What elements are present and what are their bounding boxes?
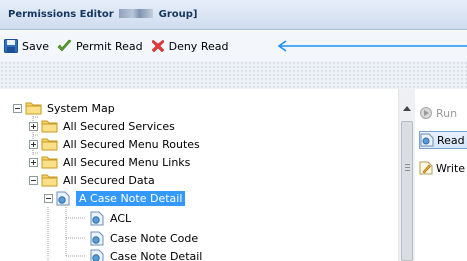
window-title: Permissions Editor Group] bbox=[0, 0, 467, 30]
permission-write[interactable]: Write bbox=[419, 159, 465, 177]
redacted-block bbox=[119, 9, 154, 18]
read-icon bbox=[420, 133, 434, 147]
tree-node-label: All Secured Data bbox=[63, 173, 155, 187]
permission-read[interactable]: Read bbox=[419, 131, 467, 149]
expand-icon[interactable] bbox=[29, 121, 38, 131]
cross-icon bbox=[151, 39, 164, 53]
folder-icon bbox=[25, 102, 42, 115]
folder-icon bbox=[41, 120, 58, 133]
tree-node-case-note-detail[interactable]: Case Note Detail bbox=[90, 248, 202, 261]
permit-label: Permit bbox=[76, 39, 112, 53]
tree-node-secured-menu-routes[interactable]: All Secured Menu Routes bbox=[29, 136, 200, 152]
permission-read-label: Read bbox=[437, 133, 465, 147]
data-object-icon bbox=[90, 249, 104, 261]
save-button[interactable]: Save bbox=[4, 39, 49, 53]
scroll-up-icon[interactable] bbox=[403, 106, 411, 111]
run-icon bbox=[420, 107, 432, 119]
tree-node-label: System Map bbox=[47, 101, 115, 115]
folder-icon bbox=[41, 138, 58, 151]
data-object-icon bbox=[90, 211, 104, 225]
tree-node-secured-menu-links[interactable]: All Secured Menu Links bbox=[29, 154, 190, 170]
deny-label: Deny bbox=[168, 39, 198, 53]
deny-read-button[interactable]: Deny Read bbox=[151, 39, 229, 53]
tree-node-label: Case Note Detail bbox=[110, 249, 203, 261]
permit-read-label: Read bbox=[114, 39, 143, 53]
permit-read-button[interactable]: Permit Read bbox=[57, 39, 143, 53]
tree-node-system-map[interactable]: System Map bbox=[13, 100, 115, 116]
write-icon bbox=[419, 161, 433, 175]
deny-read-label: Read bbox=[200, 39, 229, 53]
tree-node-label: All Secured Services bbox=[63, 119, 175, 133]
tree-node-label: All Secured Menu Routes bbox=[63, 137, 200, 151]
tree-node-label-selected: A Case Note Detail bbox=[76, 190, 186, 206]
tree-node-case-note-detail-selected[interactable]: A Case Note Detail bbox=[44, 190, 186, 206]
permission-list: Run Read Write bbox=[415, 89, 467, 261]
annotation-arrow bbox=[277, 40, 467, 52]
tree-node-secured-services[interactable]: All Secured Services bbox=[29, 118, 175, 134]
window-title-suffix: Group] bbox=[158, 9, 198, 20]
folder-icon bbox=[41, 174, 58, 187]
permission-write-label: Write bbox=[436, 161, 466, 175]
tree-node-label: All Secured Menu Links bbox=[63, 155, 191, 169]
collapse-icon[interactable] bbox=[13, 103, 22, 113]
window-title-prefix: Permissions Editor bbox=[8, 9, 114, 20]
scroll-thumb[interactable] bbox=[401, 121, 413, 261]
tree-node-acl[interactable]: ACL bbox=[90, 210, 131, 226]
toolbar-spacer bbox=[0, 61, 467, 89]
data-object-icon bbox=[90, 231, 104, 245]
collapse-icon[interactable] bbox=[29, 175, 38, 185]
tree-node-case-note-code[interactable]: Case Note Code bbox=[90, 230, 198, 246]
tree-node-label: ACL bbox=[110, 211, 132, 225]
tree-node-label: Case Note Code bbox=[110, 231, 199, 245]
permission-run-label: Run bbox=[436, 106, 458, 120]
tree-scrollbar[interactable] bbox=[398, 89, 415, 261]
expand-icon[interactable] bbox=[29, 157, 38, 167]
checkmark-icon bbox=[57, 39, 72, 52]
permission-run[interactable]: Run bbox=[419, 104, 457, 122]
tree-node-secured-data[interactable]: All Secured Data bbox=[29, 172, 155, 188]
save-icon bbox=[4, 39, 18, 53]
save-label: Save bbox=[22, 39, 50, 53]
expand-icon[interactable] bbox=[29, 139, 38, 149]
collapse-icon[interactable] bbox=[44, 193, 53, 203]
permissions-tree: System Map All Secured Services All Secu… bbox=[0, 89, 398, 261]
data-object-icon bbox=[56, 191, 70, 205]
folder-icon bbox=[41, 156, 58, 169]
